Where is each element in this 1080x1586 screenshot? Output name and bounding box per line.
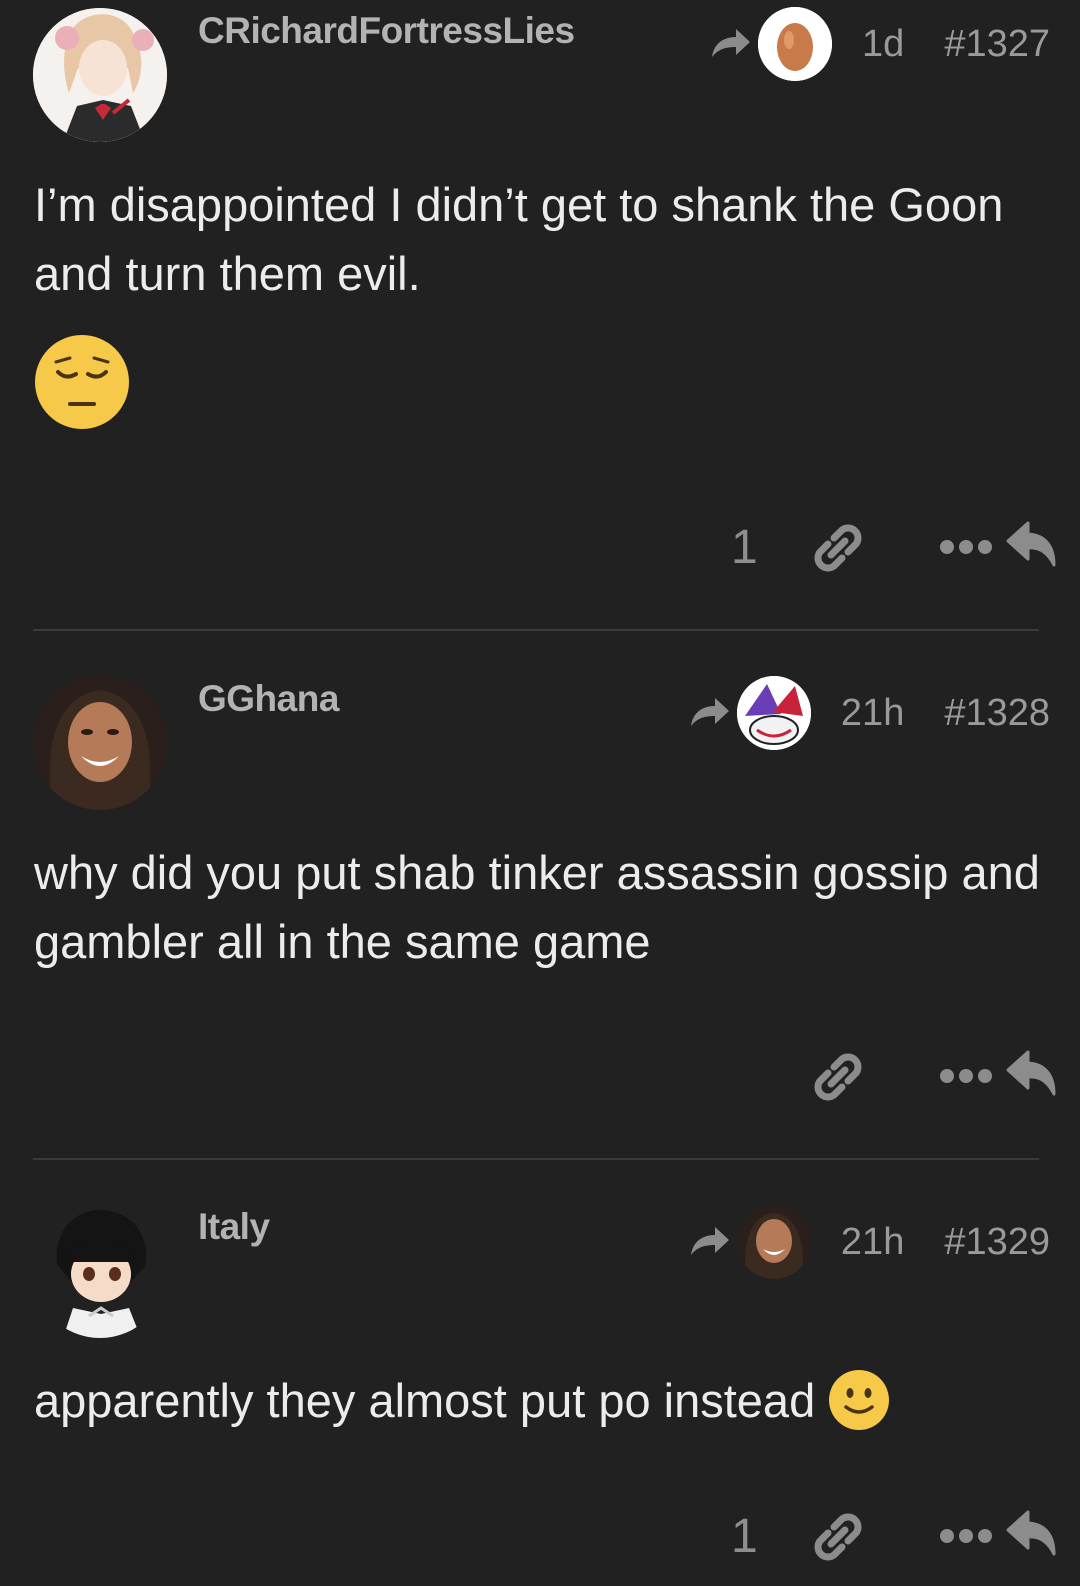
- post-1327: CRichardFortressLies 1d #1327 I’m disapp…: [0, 0, 1080, 630]
- post-content: why did you put shab tinker assassin gos…: [34, 838, 1040, 976]
- post-text: I’m disappointed I didn’t get to shank t…: [34, 178, 1004, 300]
- post-content: I’m disappointed I didn’t get to shank t…: [34, 170, 1040, 430]
- reply-to-arrow-icon: [689, 696, 731, 730]
- link-icon[interactable]: [810, 1049, 866, 1105]
- anime-girl-avatar-icon: [33, 8, 167, 142]
- more-options-icon[interactable]: [940, 1528, 992, 1544]
- like-count[interactable]: 1: [731, 1509, 758, 1564]
- post-number[interactable]: #1328: [944, 692, 1050, 735]
- post-number[interactable]: #1327: [944, 23, 1050, 66]
- post-time[interactable]: 21h: [841, 692, 904, 735]
- post-divider: [33, 629, 1039, 631]
- username[interactable]: CRichardFortressLies: [198, 10, 575, 52]
- reply-to-avatar[interactable]: [758, 7, 833, 81]
- post-meta: 1d #1327: [710, 4, 1050, 84]
- reply-to-avatar[interactable]: [736, 676, 811, 750]
- post-text: apparently they almost put po instead: [34, 1374, 816, 1427]
- avatar[interactable]: [33, 8, 167, 142]
- reply-icon[interactable]: [1006, 1050, 1060, 1098]
- username[interactable]: Italy: [198, 1206, 270, 1248]
- like-count[interactable]: 1: [731, 520, 758, 575]
- post-time[interactable]: 21h: [841, 1221, 904, 1264]
- egg-avatar-icon: [758, 7, 833, 81]
- reply-icon[interactable]: [1006, 521, 1060, 569]
- avatar[interactable]: [33, 676, 167, 810]
- pensive-face-emoji-icon: [35, 335, 129, 429]
- post-text: why did you put shab tinker assassin gos…: [34, 846, 1040, 968]
- more-options-icon[interactable]: [940, 1068, 992, 1084]
- jester-avatar-icon: [736, 676, 811, 750]
- post-meta: 21h #1328: [689, 673, 1050, 753]
- more-options-icon[interactable]: [940, 539, 992, 555]
- post-1328: GGhana 21h #1328 why did you put shab ti…: [0, 660, 1080, 1160]
- link-icon[interactable]: [810, 520, 866, 576]
- post-number[interactable]: #1329: [944, 1221, 1050, 1264]
- slightly-smiling-face-emoji-icon: [829, 1370, 890, 1430]
- post-meta: 21h #1329: [689, 1202, 1050, 1282]
- post-actions: 1: [600, 515, 1080, 585]
- reply-to-arrow-icon: [710, 27, 752, 61]
- link-icon[interactable]: [810, 1509, 866, 1565]
- reply-to-arrow-icon: [689, 1225, 731, 1259]
- post-1329: Italy 21h #1329 apparently they almost p…: [0, 1190, 1080, 1586]
- post-actions: [600, 1044, 1080, 1114]
- post-divider: [33, 1158, 1039, 1160]
- reply-to-avatar[interactable]: [736, 1205, 811, 1279]
- post-time[interactable]: 1d: [862, 23, 904, 66]
- post-actions: 1: [600, 1504, 1080, 1574]
- avatar[interactable]: [33, 1204, 167, 1338]
- woman-photo-avatar-icon: [33, 676, 167, 810]
- username[interactable]: GGhana: [198, 678, 339, 720]
- reply-icon[interactable]: [1006, 1510, 1060, 1558]
- anime-boy-avatar-icon: [33, 1204, 167, 1338]
- woman-photo-avatar-icon: [736, 1205, 811, 1279]
- post-content: apparently they almost put po instead: [34, 1366, 1040, 1435]
